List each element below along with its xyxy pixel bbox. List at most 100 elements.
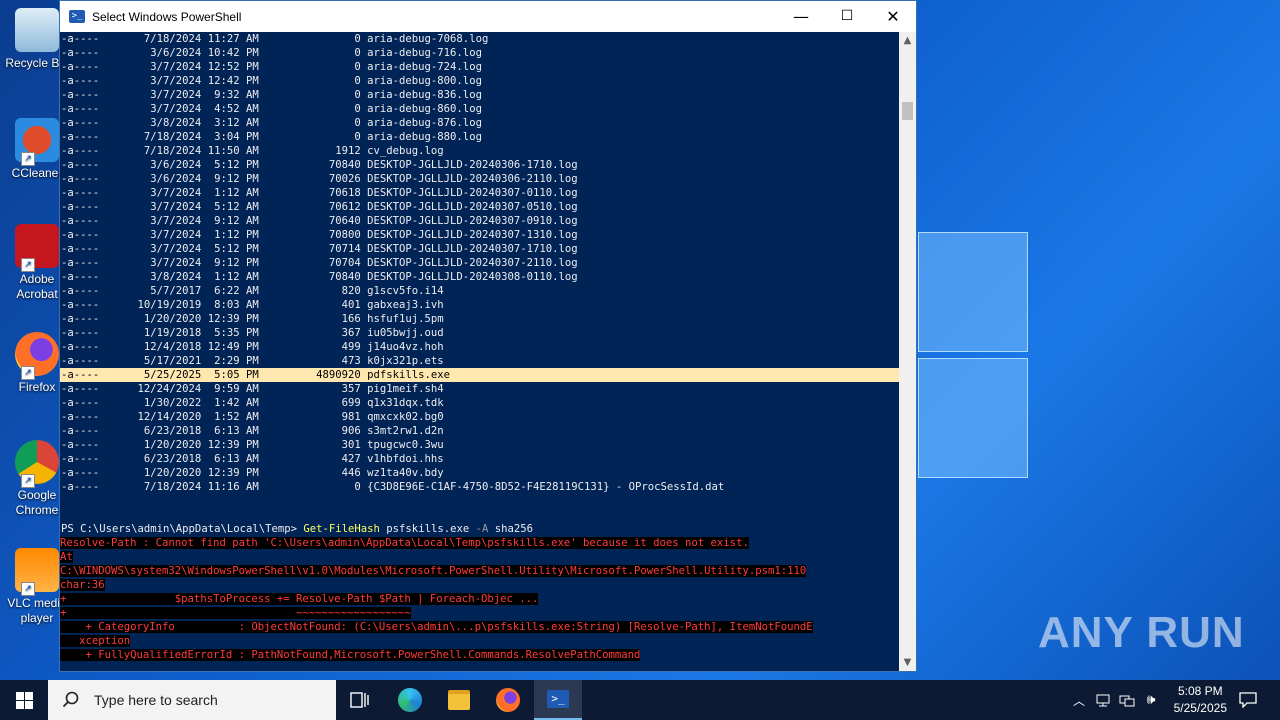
powershell-window[interactable]: >_ Select Windows PowerShell — ☐ ✕ -a---… (59, 0, 917, 672)
listing-row: -a---- 3/8/2024 1:12 AM 70840 DESKTOP-JG… (61, 271, 578, 283)
error-line: C:\WINDOWS\system32\WindowsPowerShell\v1… (60, 565, 807, 577)
title-bar[interactable]: >_ Select Windows PowerShell — ☐ ✕ (60, 1, 916, 32)
firefox-icon (496, 688, 520, 712)
listing-row: -a---- 7/18/2024 11:16 AM 0 {C3D8E96E-C1… (61, 481, 725, 493)
minimize-button[interactable]: — (778, 1, 824, 32)
task-view-icon (350, 692, 369, 708)
anyrun-watermark: ANY RUN (1038, 608, 1245, 657)
system-clock[interactable]: 5:08 PM 5/25/2025 (1174, 683, 1227, 717)
taskbar-explorer-button[interactable] (436, 680, 482, 720)
window-title: Select Windows PowerShell (92, 9, 242, 24)
listing-row: -a---- 1/20/2020 12:39 PM 166 hsfuf1uj.5… (61, 313, 444, 325)
error-output: Resolve-Path : Cannot find path 'C:\User… (60, 536, 900, 662)
taskbar-edge-button[interactable] (387, 680, 433, 720)
start-button[interactable] (0, 680, 48, 720)
vlc-icon: ↗ (15, 548, 59, 596)
error-line: char:36 (60, 579, 105, 591)
listing-row: -a---- 3/6/2024 5:12 PM 70840 DESKTOP-JG… (61, 159, 578, 171)
file-explorer-icon (448, 690, 470, 710)
error-line: Resolve-Path : Cannot find path 'C:\User… (60, 537, 749, 549)
taskbar-firefox-button[interactable] (485, 680, 531, 720)
search-icon (62, 691, 79, 708)
listing-row: -a---- 5/7/2017 6:22 AM 820 g1scv5fo.i14 (61, 285, 444, 297)
listing-row: -a---- 7/18/2024 11:27 AM 0 aria-debug-7… (61, 33, 489, 45)
command-args: psfskills.exe (379, 523, 476, 535)
google-chrome-icon: ↗ (15, 440, 59, 488)
clock-time: 5:08 PM (1177, 684, 1223, 698)
show-hidden-icons-chevron-up-icon[interactable]: ︿ (1068, 680, 1090, 720)
listing-row: -a---- 3/7/2024 9:12 PM 70704 DESKTOP-JG… (61, 257, 578, 269)
listing-row: -a---- 10/19/2019 8:03 AM 401 gabxeaj3.i… (61, 299, 444, 311)
task-view-button[interactable] (337, 680, 383, 720)
volume-icon[interactable]: 🕪 (1140, 680, 1162, 720)
ethernet-icon[interactable] (1116, 680, 1138, 720)
adobe-acrobat-icon: ↗ (15, 224, 59, 272)
close-button[interactable]: ✕ (870, 1, 916, 32)
listing-row: -a---- 3/8/2024 3:12 AM 0 aria-debug-876… (61, 117, 482, 129)
listing-row: -a---- 5/17/2021 2:29 PM 473 k0jx321p.et… (61, 355, 444, 367)
powershell-icon: >_ (69, 10, 85, 23)
command-name: Get-FileHash (303, 523, 380, 535)
listing-row: -a---- 7/18/2024 11:50 AM 1912 cv_debug.… (61, 145, 444, 157)
edge-icon (398, 688, 422, 712)
recycle-bin-icon (15, 8, 59, 52)
listing-row: -a---- 1/20/2020 12:39 PM 301 tpugcwc0.3… (61, 439, 444, 451)
error-line: + CategoryInfo : ObjectNotFound: (C:\Use… (60, 621, 813, 633)
listing-row: -a---- 1/20/2020 12:39 PM 446 wz1ta40v.b… (61, 467, 444, 479)
listing-row: -a---- 3/7/2024 1:12 PM 70800 DESKTOP-JG… (61, 229, 578, 241)
listing-row: -a---- 1/30/2022 1:42 AM 699 q1x31dqx.td… (61, 397, 444, 409)
listing-row: -a---- 12/14/2020 1:52 AM 981 qmxcxk02.b… (61, 411, 444, 423)
network-status-icon[interactable] (1092, 680, 1114, 720)
shortcut-arrow-icon: ↗ (21, 582, 35, 596)
listing-row: -a---- 7/18/2024 3:04 PM 0 aria-debug-88… (61, 131, 482, 143)
command-value: sha256 (488, 523, 534, 535)
command-flag: -A (475, 523, 489, 535)
error-line: At (60, 551, 73, 563)
command-line: PS C:\Users\admin\AppData\Local\Temp> Ge… (60, 522, 900, 536)
shortcut-arrow-icon: ↗ (21, 474, 35, 488)
powershell-icon: >_ (547, 690, 569, 708)
listing-row: -a---- 3/6/2024 10:42 PM 0 aria-debug-71… (61, 47, 482, 59)
error-line: xception (60, 635, 131, 647)
clock-date: 5/25/2025 (1173, 701, 1227, 715)
firefox-icon: ↗ (15, 332, 59, 380)
maximize-button[interactable]: ☐ (824, 1, 870, 32)
windows-wallpaper-logo (918, 232, 1028, 478)
listing-row: -a---- 3/7/2024 5:12 AM 70612 DESKTOP-JG… (61, 201, 578, 213)
listing-row-highlighted: -a---- 5/25/2025 5:05 PM 4890920 pdfskil… (60, 368, 900, 382)
listing-row: -a---- 12/24/2024 9:59 AM 357 pig1meif.s… (61, 383, 444, 395)
listing-row: -a---- 6/23/2018 6:13 AM 427 v1hbfdoi.hh… (61, 453, 444, 465)
prompt-path: PS C:\Users\admin\AppData\Local\Temp> (61, 523, 304, 535)
listing-row: -a---- 3/7/2024 5:12 PM 70714 DESKTOP-JG… (61, 243, 578, 255)
listing-row: -a---- 3/7/2024 9:12 AM 70640 DESKTOP-JG… (61, 215, 578, 227)
search-placeholder: Type here to search (94, 692, 218, 708)
listing-row: -a---- 3/7/2024 12:42 PM 0 aria-debug-80… (61, 75, 482, 87)
listing-row: -a---- 3/7/2024 4:52 AM 0 aria-debug-860… (61, 103, 482, 115)
listing-row: -a---- 1/19/2018 5:35 PM 367 iu05bwjj.ou… (61, 327, 444, 339)
console-output[interactable]: -a---- 7/18/2024 11:27 AM 0 aria-debug-7… (60, 32, 900, 671)
action-center-button[interactable] (1232, 680, 1264, 720)
directory-listing: -a---- 7/18/2024 11:27 AM 0 aria-debug-7… (60, 32, 900, 494)
listing-row: -a---- 3/6/2024 9:12 PM 70026 DESKTOP-JG… (61, 173, 578, 185)
error-line: + $pathsToProcess += Resolve-Path $Path … (60, 593, 539, 605)
error-line: + ~~~~~~~~~~~~~~~~~~ (60, 607, 411, 619)
scroll-down-icon[interactable]: ▼ (899, 654, 916, 671)
scroll-thumb[interactable] (902, 102, 913, 120)
ccleaner-icon: ↗ (15, 118, 59, 166)
windows-start-icon (15, 691, 33, 709)
listing-row: -a---- 3/7/2024 1:12 AM 70618 DESKTOP-JG… (61, 187, 578, 199)
taskbar-powershell-button[interactable]: >_ (534, 680, 582, 720)
notification-icon (1239, 692, 1257, 708)
shortcut-arrow-icon: ↗ (21, 366, 35, 380)
scroll-up-icon[interactable]: ▲ (899, 32, 916, 49)
listing-row: -a---- 6/23/2018 6:13 AM 906 s3mt2rw1.d2… (61, 425, 444, 437)
shortcut-arrow-icon: ↗ (21, 258, 35, 272)
taskbar: Type here to search >_ ︿ 🕪 5:08 PM 5/25/… (0, 680, 1280, 720)
vertical-scrollbar[interactable]: ▲ ▼ (899, 32, 916, 671)
error-line: + FullyQualifiedErrorId : PathNotFound,M… (60, 649, 641, 661)
listing-row: -a---- 3/7/2024 12:52 PM 0 aria-debug-72… (61, 61, 482, 73)
shortcut-arrow-icon: ↗ (21, 152, 35, 166)
taskbar-search-box[interactable]: Type here to search (48, 680, 336, 720)
